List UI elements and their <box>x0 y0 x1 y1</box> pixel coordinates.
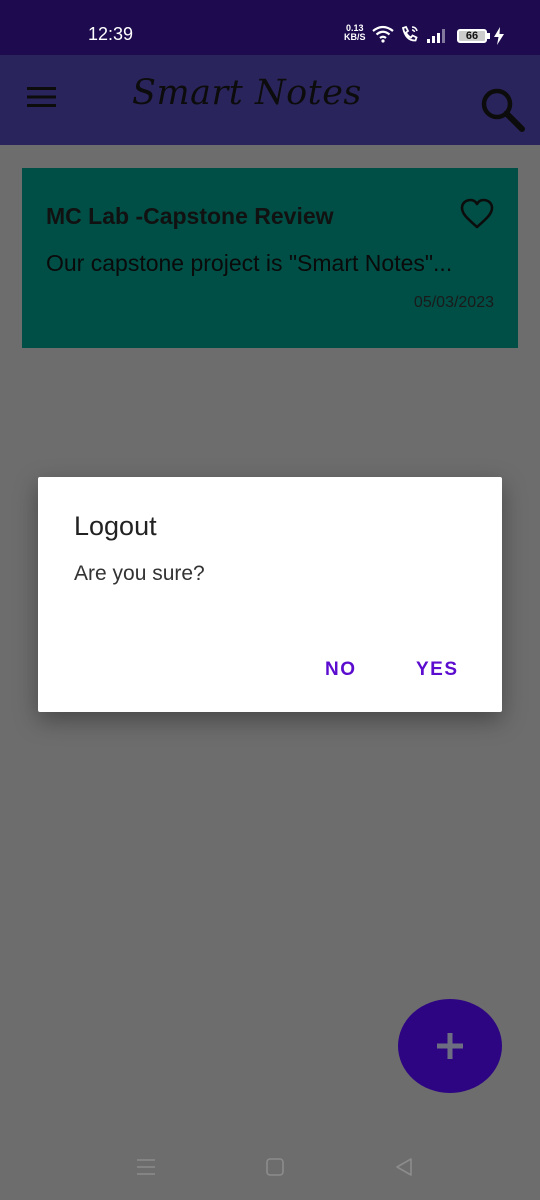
menu-icon[interactable] <box>27 86 56 108</box>
battery-tip <box>487 33 490 39</box>
plus-icon <box>437 1033 463 1059</box>
signal-icon <box>427 29 445 43</box>
system-nav-bar <box>0 1140 540 1200</box>
charging-icon <box>494 27 504 45</box>
logout-dialog: Logout Are you sure? NO YES <box>38 477 502 712</box>
status-time: 12:39 <box>88 24 134 44</box>
status-bar: 12:39 0.13 KB/S 66 <box>0 0 540 55</box>
no-button[interactable]: NO <box>325 659 357 681</box>
dialog-title: Logout <box>74 511 157 541</box>
battery-icon: 66 <box>457 29 487 43</box>
network-speed: 0.13 KB/S <box>344 24 366 42</box>
note-preview: Our capstone project is "Smart Notes"... <box>46 250 453 276</box>
yes-button[interactable]: YES <box>416 659 459 681</box>
network-speed-unit: KB/S <box>344 32 366 42</box>
wifi-call-icon <box>401 25 418 42</box>
app-title: Smart Notes <box>132 73 362 113</box>
note-date: 05/03/2023 <box>413 294 494 311</box>
note-title: MC Lab -Capstone Review <box>46 203 334 229</box>
note-card[interactable]: MC Lab -Capstone Review Our capstone pro… <box>22 168 518 348</box>
heart-outline-icon[interactable] <box>460 198 494 230</box>
home-icon[interactable] <box>265 1157 285 1177</box>
recent-apps-icon[interactable] <box>136 1157 156 1177</box>
dialog-message: Are you sure? <box>74 562 205 585</box>
wifi-icon <box>372 25 394 43</box>
add-note-button[interactable] <box>398 999 502 1093</box>
back-icon[interactable] <box>394 1157 414 1177</box>
search-icon[interactable] <box>480 87 526 133</box>
battery-level: 66 <box>465 30 479 42</box>
